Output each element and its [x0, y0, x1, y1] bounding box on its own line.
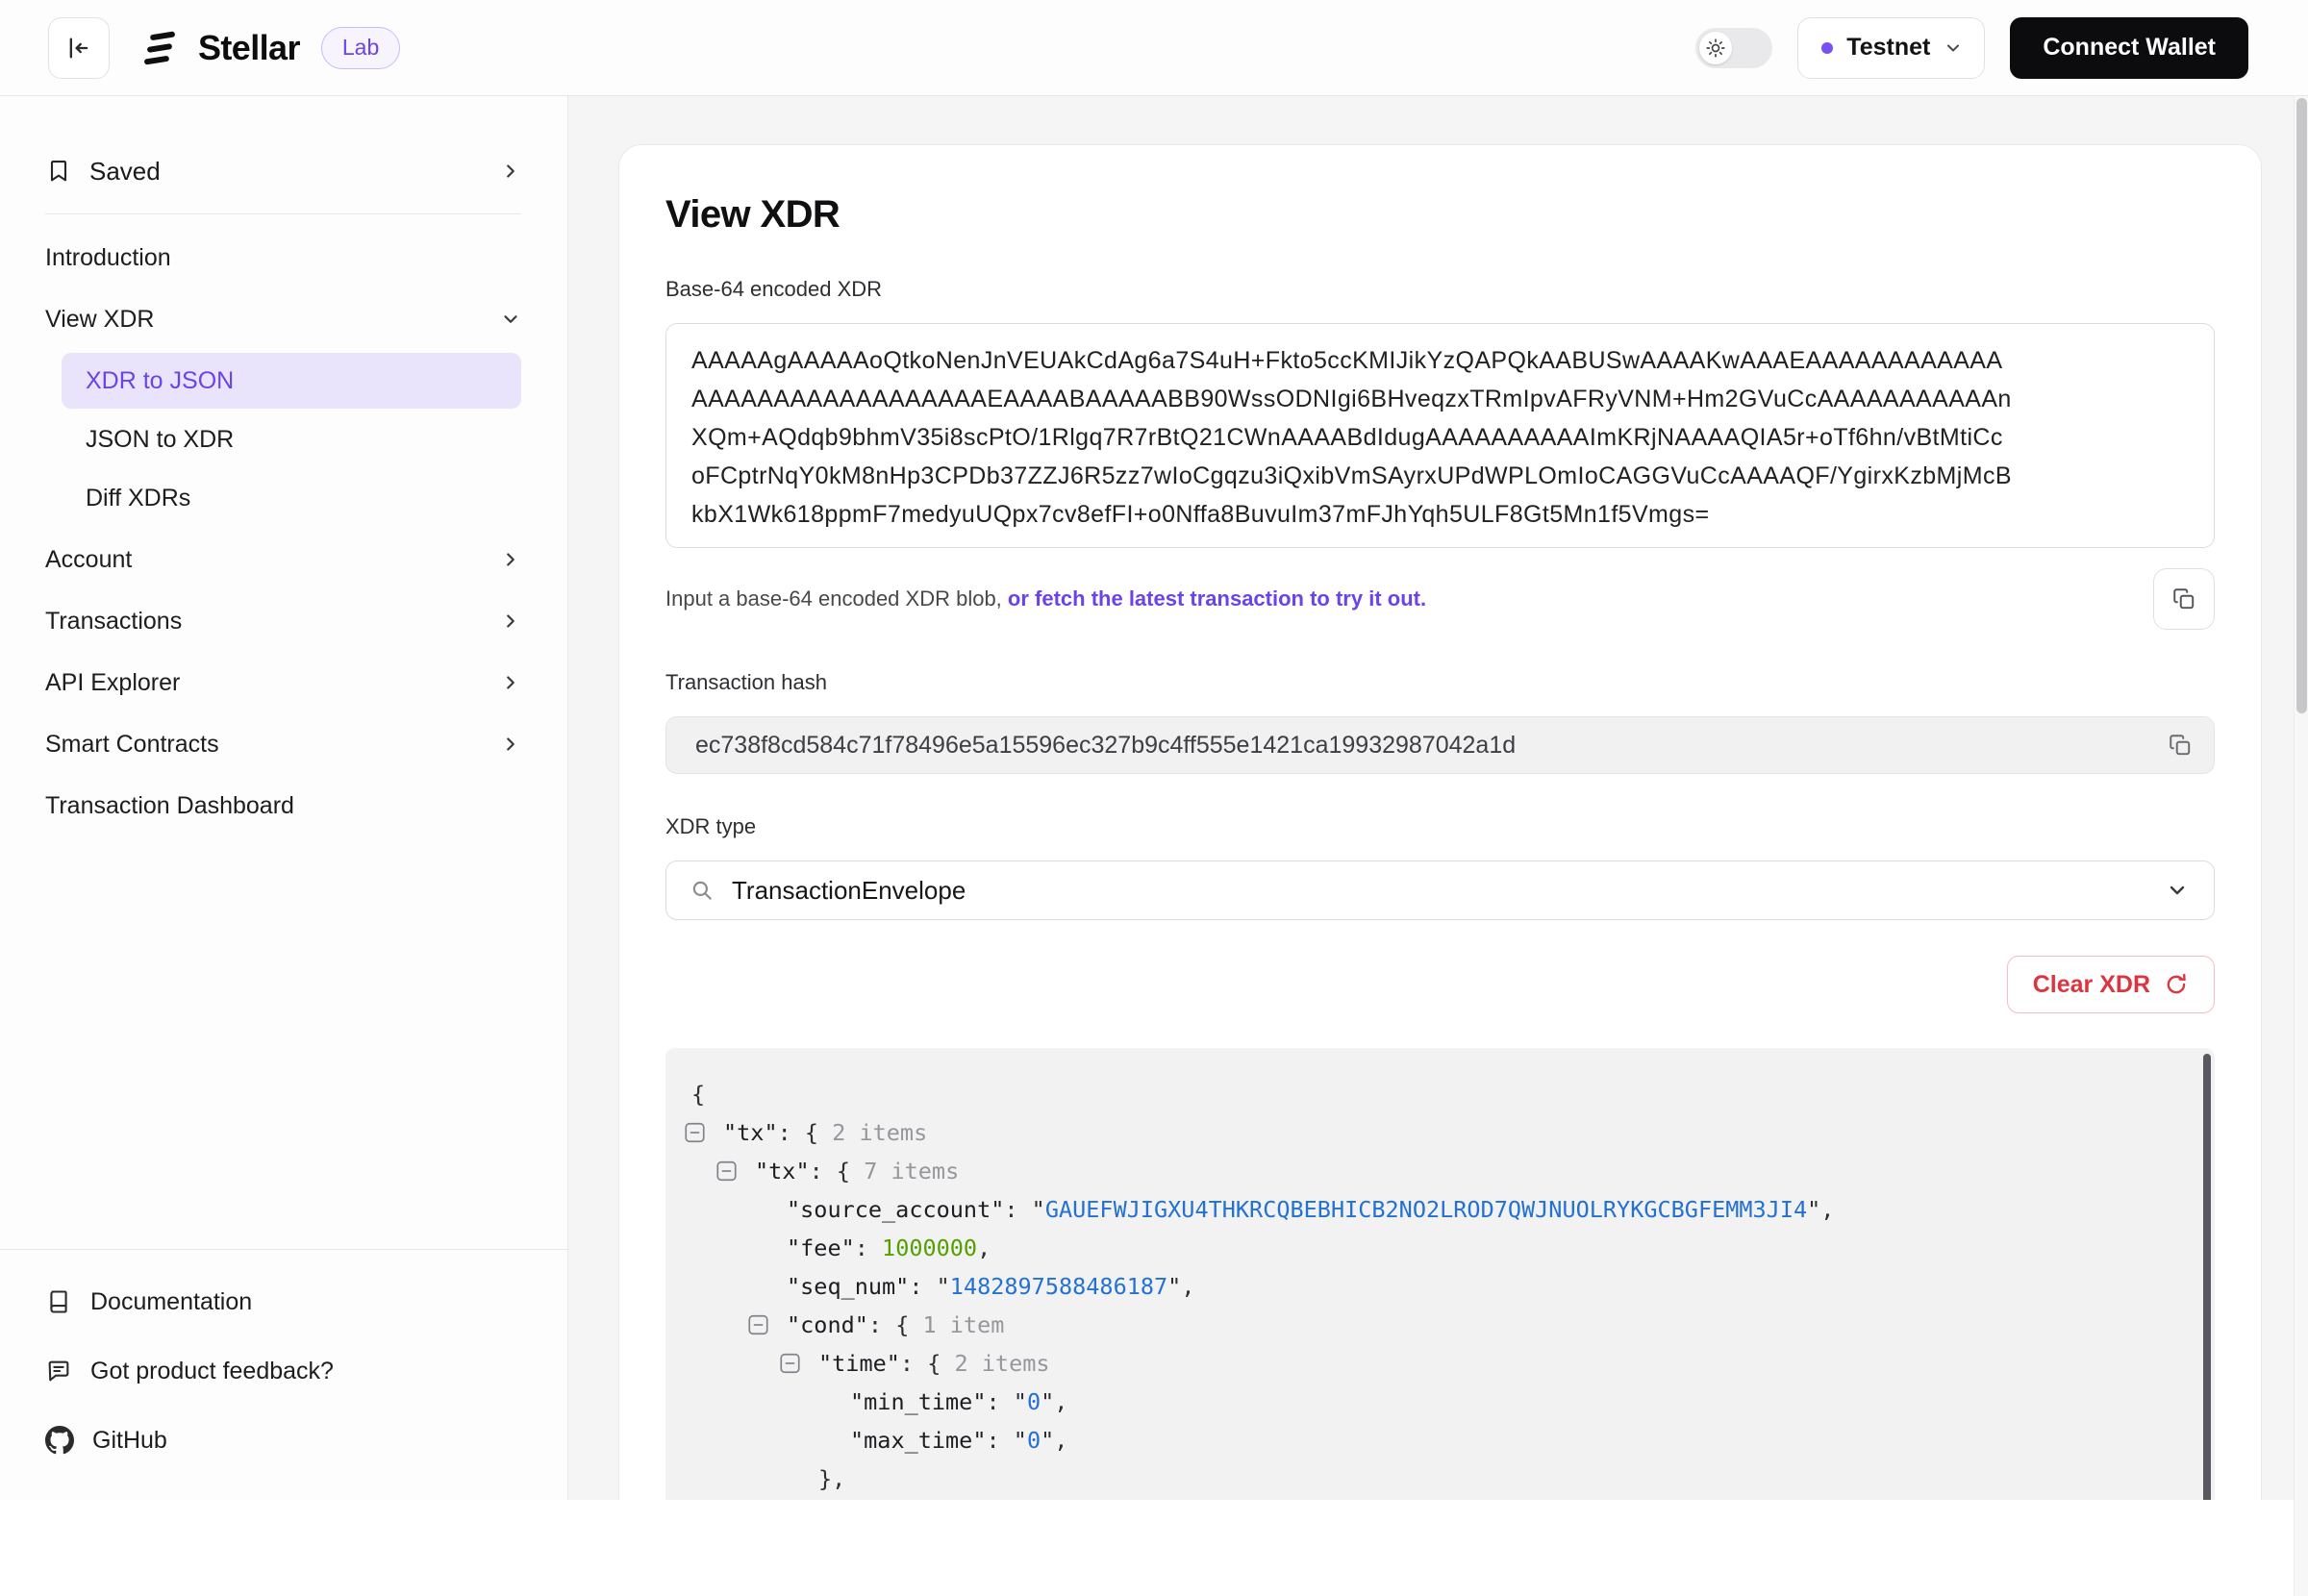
json-line: "min_time": "0",	[691, 1383, 2192, 1421]
chevron-down-icon	[500, 309, 521, 330]
json-line: },	[691, 1459, 2192, 1498]
saved-icon	[45, 158, 72, 185]
clear-xdr-button[interactable]: Clear XDR	[2007, 956, 2215, 1013]
sidebar-item-github[interactable]: GitHub	[45, 1406, 521, 1475]
json-tree: {"tx": { 2 items"tx": { 7 items"source_a…	[691, 1075, 2192, 1500]
json-line: "tx": { 2 items	[691, 1113, 2192, 1152]
sidebar-item-label: API Explorer	[45, 669, 180, 697]
theme-toggle[interactable]	[1695, 28, 1772, 68]
json-line: {	[691, 1075, 2192, 1113]
github-icon	[45, 1426, 74, 1455]
sidebar-item-view-xdr[interactable]: View XDR	[45, 288, 521, 350]
network-status-dot	[1821, 42, 1833, 54]
sidebar-item-xdr-to-json[interactable]: XDR to JSON	[62, 353, 521, 409]
chevron-down-icon	[1944, 38, 1963, 58]
copy-icon	[2168, 733, 2193, 758]
view-xdr-card: View XDR Base-64 encoded XDR Input a bas…	[618, 144, 2262, 1500]
sidebar-footer: Documentation Got product feedback?	[0, 1249, 567, 1500]
sidebar-item-label: Transaction Dashboard	[45, 792, 294, 820]
xdr-helper-text: Input a base-64 encoded XDR blob, or fet…	[665, 586, 1426, 611]
collapse-minus-icon[interactable]	[780, 1354, 800, 1374]
sidebar-item-label: Introduction	[45, 244, 171, 272]
json-line: "source_account": "GAUEFWJIGXU4THKRCQBEB…	[691, 1190, 2192, 1229]
book-icon	[45, 1288, 72, 1315]
sidebar-item-api-explorer[interactable]: API Explorer	[45, 652, 521, 713]
collapse-sidebar-button[interactable]	[48, 17, 110, 79]
copy-xdr-button[interactable]	[2153, 568, 2215, 630]
collapse-minus-icon[interactable]	[748, 1315, 768, 1335]
collapse-minus-icon[interactable]	[716, 1161, 737, 1182]
transaction-hash-label: Transaction hash	[665, 670, 2215, 695]
sidebar-footer-label: Got product feedback?	[90, 1358, 334, 1385]
sidebar-item-diff-xdrs[interactable]: Diff XDRs	[62, 470, 521, 526]
chevron-down-icon	[2166, 879, 2189, 902]
sidebar-item-documentation[interactable]: Documentation	[45, 1267, 521, 1336]
sidebar-item-account[interactable]: Account	[45, 529, 521, 590]
collapse-minus-icon[interactable]	[685, 1123, 705, 1143]
page-title: View XDR	[665, 193, 2215, 237]
page-scrollbar[interactable]	[2294, 96, 2308, 1596]
brand-name: Stellar	[198, 28, 300, 68]
collapse-sidebar-icon	[65, 35, 92, 62]
xdr-type-value: TransactionEnvelope	[732, 876, 966, 906]
chevron-right-icon	[500, 161, 521, 182]
chevron-right-icon	[500, 611, 521, 632]
json-viewer: {"tx": { 2 items"tx": { 7 items"source_a…	[665, 1048, 2215, 1500]
network-label: Testnet	[1846, 34, 1930, 62]
network-select[interactable]: Testnet	[1797, 17, 1985, 79]
sidebar-item-label: View XDR	[45, 306, 154, 334]
main-content: View XDR Base-64 encoded XDR Input a bas…	[568, 96, 2308, 1500]
sidebar-item-introduction[interactable]: Introduction	[45, 227, 521, 288]
search-icon	[690, 878, 715, 903]
sidebar-item-smart-contracts[interactable]: Smart Contracts	[45, 713, 521, 775]
json-line: "tx": { 7 items	[691, 1152, 2192, 1190]
copy-hash-button[interactable]	[2168, 733, 2193, 758]
sidebar-item-transaction-dashboard[interactable]: Transaction Dashboard	[45, 775, 521, 836]
sidebar-footer-label: GitHub	[92, 1427, 167, 1455]
header: Stellar Lab Testnet	[0, 0, 2308, 96]
lab-badge: Lab	[321, 27, 400, 69]
sidebar-item-transactions[interactable]: Transactions	[45, 590, 521, 652]
sidebar-item-label: Transactions	[45, 608, 182, 636]
copy-icon	[2171, 586, 2196, 611]
sidebar-item-label: Smart Contracts	[45, 731, 219, 759]
sidebar-item-label: Diff XDRs	[86, 485, 190, 512]
json-line: "max_time": "0",	[691, 1421, 2192, 1459]
stellar-logo-icon	[137, 25, 183, 71]
sidebar-item-label: Account	[45, 546, 132, 574]
sidebar: Saved Introduction View XDR XDR to	[0, 96, 568, 1500]
json-line: "seq_num": "1482897588486187",	[691, 1267, 2192, 1306]
sidebar-item-label: XDR to JSON	[86, 367, 234, 395]
feedback-icon	[45, 1358, 72, 1384]
sidebar-item-saved[interactable]: Saved	[45, 140, 521, 202]
refresh-icon	[2164, 972, 2189, 997]
chevron-right-icon	[500, 672, 521, 693]
json-line: "cond": { 1 item	[691, 1306, 2192, 1344]
sidebar-divider	[45, 213, 521, 214]
json-scrollbar-thumb[interactable]	[2203, 1054, 2211, 1500]
sidebar-item-feedback[interactable]: Got product feedback?	[45, 1336, 521, 1406]
xdr-type-label: XDR type	[665, 814, 2215, 839]
sidebar-item-label: JSON to XDR	[86, 426, 234, 454]
chevron-right-icon	[500, 549, 521, 570]
connect-wallet-button[interactable]: Connect Wallet	[2010, 17, 2248, 79]
transaction-hash-field[interactable]: ec738f8cd584c71f78496e5a15596ec327b9c4ff…	[665, 716, 2215, 774]
sidebar-footer-label: Documentation	[90, 1288, 252, 1316]
app-window: Stellar Lab Testnet	[0, 0, 2308, 1500]
xdr-input[interactable]	[665, 323, 2215, 548]
brand[interactable]: Stellar Lab	[137, 25, 400, 71]
sun-icon	[1699, 32, 1732, 64]
page-scrollbar-thumb[interactable]	[2296, 98, 2307, 713]
sidebar-item-json-to-xdr[interactable]: JSON to XDR	[62, 411, 521, 467]
json-line: "time": { 2 items	[691, 1344, 2192, 1383]
xdr-input-label: Base-64 encoded XDR	[665, 277, 2215, 302]
transaction-hash-value: ec738f8cd584c71f78496e5a15596ec327b9c4ff…	[695, 732, 1516, 760]
fetch-latest-transaction-link[interactable]: or fetch the latest transaction to try i…	[1008, 586, 1426, 611]
chevron-right-icon	[500, 734, 521, 755]
json-line: "fee": 1000000,	[691, 1229, 2192, 1267]
sidebar-item-label: Saved	[89, 157, 161, 187]
xdr-type-select[interactable]: TransactionEnvelope	[665, 860, 2215, 920]
